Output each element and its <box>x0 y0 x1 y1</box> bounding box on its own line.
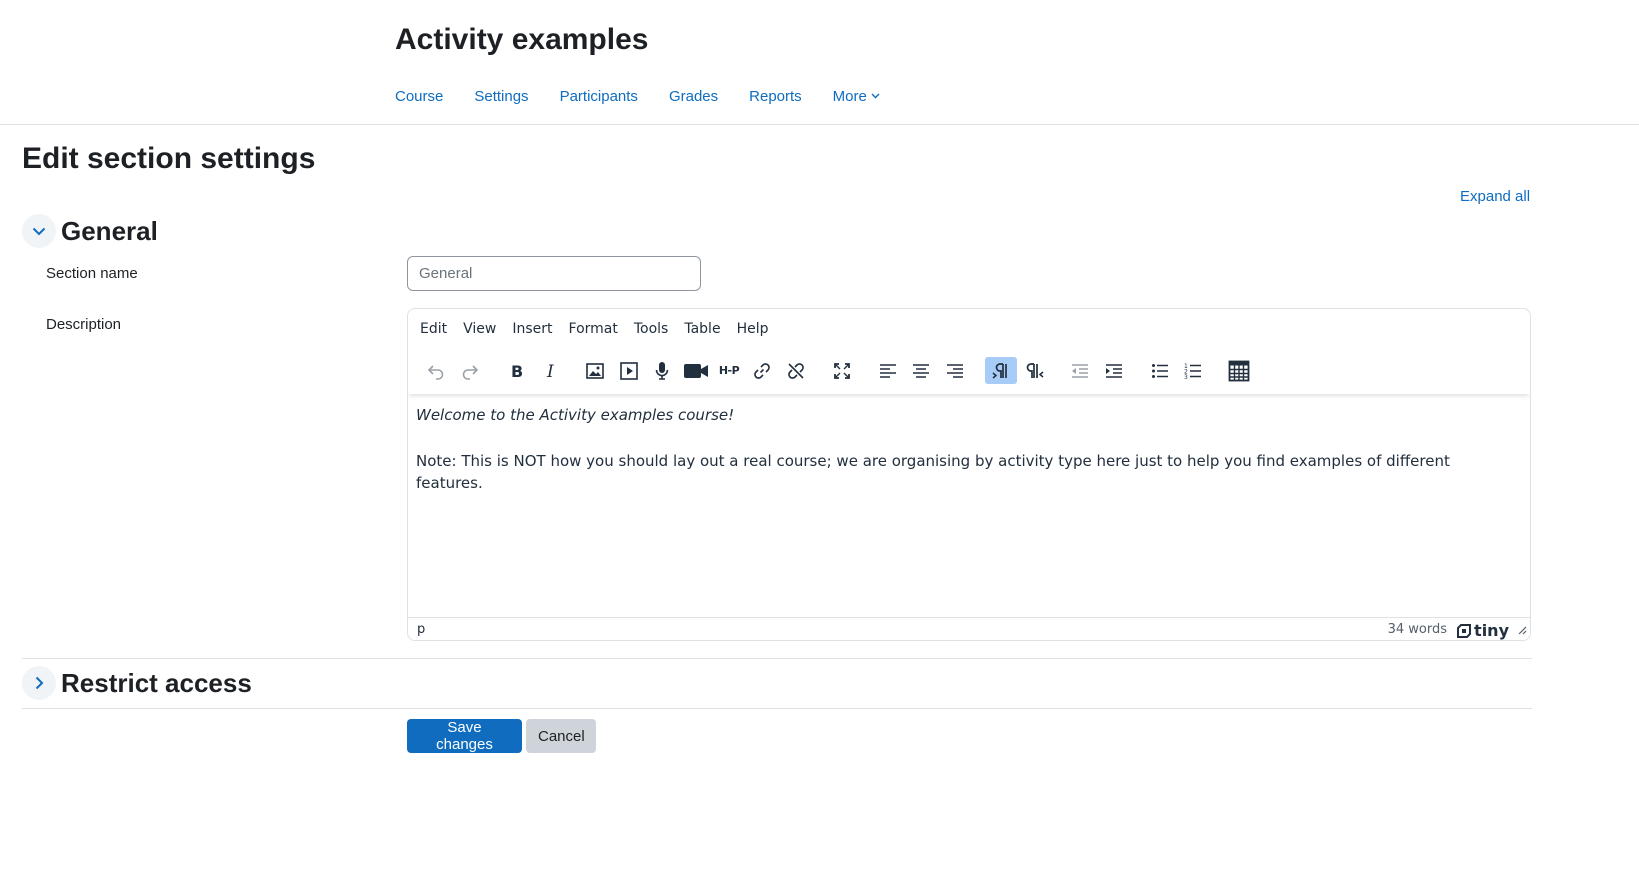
menu-view[interactable]: View <box>463 321 496 343</box>
align-right-button[interactable] <box>939 357 971 384</box>
fullscreen-button[interactable] <box>826 357 858 384</box>
nav-course[interactable]: Course <box>395 88 443 105</box>
rtl-icon <box>1026 362 1044 378</box>
menu-format[interactable]: Format <box>569 321 618 343</box>
outdent-icon <box>1072 363 1088 378</box>
align-left-icon <box>880 363 896 378</box>
calculator-button[interactable] <box>1223 357 1255 384</box>
nav-more-label: More <box>832 87 867 105</box>
course-nav: Course Settings Participants Grades Repo… <box>395 84 911 108</box>
ltr-button[interactable] <box>985 357 1017 384</box>
editor-statusbar: p 34 words tiny <box>408 617 1530 640</box>
menu-tools[interactable]: Tools <box>634 321 669 343</box>
page-title: Edit section settings <box>22 142 316 175</box>
image-icon <box>586 362 604 379</box>
media-button[interactable] <box>613 357 645 384</box>
align-left-button[interactable] <box>872 357 904 384</box>
nav-settings[interactable]: Settings <box>474 88 528 105</box>
numbered-list-button[interactable]: 123 <box>1177 357 1209 384</box>
indent-button[interactable] <box>1098 357 1130 384</box>
editor-menubar: Edit View Insert Format Tools Table Help <box>420 321 784 343</box>
menu-edit[interactable]: Edit <box>420 321 447 343</box>
restrict-section-header: Restrict access <box>22 666 252 700</box>
indent-icon <box>1106 363 1122 378</box>
rtl-button[interactable] <box>1019 357 1051 384</box>
tiny-brand-label: tiny <box>1474 621 1509 640</box>
redo-icon <box>462 364 479 380</box>
h5p-button[interactable]: H-P <box>713 357 745 384</box>
link-icon <box>754 362 770 379</box>
undo-icon <box>427 364 444 380</box>
section-name-input[interactable] <box>407 256 701 291</box>
cancel-button[interactable]: Cancel <box>526 719 596 753</box>
word-count[interactable]: 34 words <box>1388 622 1447 637</box>
align-center-button[interactable] <box>905 357 937 384</box>
description-label: Description <box>46 316 122 333</box>
record-audio-button[interactable] <box>646 357 678 384</box>
save-changes-button[interactable]: Save changes <box>407 719 522 753</box>
bullet-list-icon <box>1152 363 1168 378</box>
menu-table[interactable]: Table <box>684 321 720 343</box>
course-title: Activity examples <box>395 23 649 56</box>
chevron-down-icon <box>871 93 880 99</box>
tiny-brand[interactable]: tiny <box>1457 621 1509 640</box>
section-divider <box>22 708 1532 709</box>
resize-handle-icon[interactable] <box>1518 626 1527 635</box>
italic-button[interactable]: I <box>534 357 566 384</box>
editor-toolbar: B I H-P 1 2 3 <box>408 353 1530 394</box>
image-button[interactable] <box>579 357 611 384</box>
nav-grades[interactable]: Grades <box>669 88 718 105</box>
ltr-icon <box>992 362 1007 379</box>
svg-text:B: B <box>511 362 523 381</box>
align-center-icon <box>913 363 929 378</box>
section-divider <box>22 658 1532 659</box>
editor-content[interactable]: Welcome to the Activity examples course!… <box>416 404 1516 518</box>
bullet-list-button[interactable] <box>1144 357 1176 384</box>
outdent-button[interactable] <box>1064 357 1096 384</box>
expand-all-link[interactable]: Expand all <box>1460 188 1530 205</box>
menu-help[interactable]: Help <box>737 321 769 343</box>
rich-text-editor: Edit View Insert Format Tools Table Help… <box>407 308 1531 641</box>
unlink-button[interactable] <box>780 357 812 384</box>
fullscreen-icon <box>834 362 850 379</box>
restrict-heading: Restrict access <box>61 668 252 698</box>
general-heading: General <box>61 216 158 246</box>
nav-more[interactable]: More <box>833 88 880 105</box>
align-right-icon <box>947 363 963 378</box>
nav-reports[interactable]: Reports <box>749 88 802 105</box>
general-collapse-toggle[interactable] <box>22 214 56 248</box>
h5p-icon: H-P <box>718 364 740 377</box>
welcome-text: Welcome to the Activity examples course! <box>416 406 735 424</box>
general-section-header: General <box>22 214 158 248</box>
restrict-expand-toggle[interactable] <box>22 666 56 700</box>
media-icon <box>620 361 638 380</box>
element-path[interactable]: p <box>417 622 425 637</box>
header-divider <box>0 124 1639 125</box>
bold-button[interactable]: B <box>500 357 532 384</box>
editor-paragraph-welcome: Welcome to the Activity examples course! <box>416 404 1516 426</box>
bold-icon: B <box>511 362 523 381</box>
redo-button[interactable] <box>454 357 486 384</box>
unlink-icon <box>788 362 804 379</box>
tiny-logo-icon <box>1457 623 1472 638</box>
undo-button[interactable] <box>420 357 452 384</box>
link-button[interactable] <box>746 357 778 384</box>
calculator-icon <box>1228 360 1250 381</box>
numbered-list-icon: 123 <box>1184 363 1201 381</box>
record-audio-icon <box>655 361 669 380</box>
record-video-button[interactable] <box>680 357 712 384</box>
editor-paragraph-note: Note: This is NOT how you should lay out… <box>416 452 1450 492</box>
record-video-icon <box>684 363 708 378</box>
svg-text:3: 3 <box>1184 374 1188 381</box>
chevron-down-icon <box>32 227 46 235</box>
menu-insert[interactable]: Insert <box>512 321 552 343</box>
chevron-right-icon <box>35 676 43 690</box>
svg-text:I: I <box>546 362 554 381</box>
section-name-label: Section name <box>46 265 138 282</box>
italic-icon: I <box>546 362 554 381</box>
nav-participants[interactable]: Participants <box>560 88 638 105</box>
